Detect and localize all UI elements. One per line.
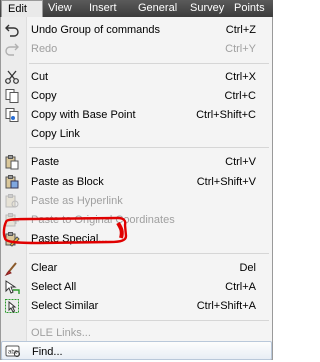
menu-item-shortcut: Ctrl+A	[225, 281, 256, 293]
menu-item-shortcut: Ctrl+Shift+V	[196, 176, 256, 188]
menu-item-ole-links[interactable]: OLE Links...	[1, 324, 272, 342]
menu-item-label: Copy Link	[31, 128, 80, 140]
copy-icon	[4, 88, 20, 104]
menu-item-label: Copy	[31, 90, 57, 102]
paste-special-icon	[4, 231, 20, 247]
menu-item-select-similar[interactable]: Select Similar Ctrl+Shift+A	[1, 297, 272, 315]
menu-item-shortcut: Del	[239, 262, 256, 274]
menu-item-label: OLE Links...	[31, 327, 91, 339]
menu-item-label: Clear	[31, 262, 58, 274]
menu-item-label: Paste as Hyperlink	[31, 195, 123, 207]
menu-item-label: Copy with Base Point	[31, 109, 136, 121]
menu-item-shortcut: Ctrl+V	[225, 156, 256, 168]
menu-item-copy[interactable]: Copy Ctrl+C	[1, 87, 272, 105]
menu-general[interactable]: General	[138, 0, 177, 17]
menu-item-find[interactable]: abc Find...	[1, 341, 272, 360]
menu-item-shortcut: Ctrl+Shift+C	[196, 109, 256, 121]
menu-item-label: Redo	[31, 43, 58, 55]
menu-separator	[29, 253, 269, 254]
menu-item-cut[interactable]: Cut Ctrl+X	[1, 68, 272, 86]
menu-item-label: Undo Group of commands	[31, 24, 161, 36]
paste-hyperlink-icon	[4, 193, 20, 209]
menu-item-select-all[interactable]: Select All Ctrl+A	[1, 278, 272, 296]
undo-icon	[4, 22, 20, 38]
menu-item-label: Select All	[31, 281, 77, 293]
menu-item-shortcut: Ctrl+Shift+A	[196, 300, 256, 312]
menu-item-undo[interactable]: Undo Group of commands Ctrl+Z	[1, 21, 272, 39]
menu-item-shortcut: Ctrl+Y	[225, 43, 256, 55]
menu-item-label: Cut	[31, 71, 49, 83]
svg-text:abc: abc	[8, 350, 18, 356]
menu-edit[interactable]: Edit	[1, 0, 43, 18]
menu-insert[interactable]: Insert	[89, 0, 117, 17]
menu-item-label: Find...	[32, 346, 63, 358]
menu-item-shortcut: Ctrl+Z	[225, 24, 256, 36]
paste-block-icon	[4, 174, 20, 190]
edit-dropdown-menu: Undo Group of commands Ctrl+Z Redo Ctrl+…	[0, 17, 273, 360]
menu-item-redo[interactable]: Redo Ctrl+Y	[1, 40, 272, 58]
menu-survey[interactable]: Survey	[190, 0, 224, 17]
menu-item-paste-special[interactable]: Paste Special...	[1, 230, 272, 248]
menu-view[interactable]: View	[48, 0, 72, 17]
menu-item-clear[interactable]: Clear Del	[1, 259, 272, 277]
eraser-icon	[4, 260, 20, 277]
menu-item-label: Select Similar	[31, 300, 99, 312]
menu-item-shortcut: Ctrl+C	[224, 90, 256, 102]
menu-item-copy-link[interactable]: Copy Link	[1, 125, 272, 143]
menu-item-label: Paste to Original Coordinates	[31, 214, 175, 226]
menu-item-shortcut: Ctrl+X	[225, 71, 256, 83]
paste-icon	[4, 154, 20, 170]
select-all-icon	[4, 279, 20, 295]
menu-item-paste-as-hyperlink[interactable]: Paste as Hyperlink	[1, 192, 272, 210]
menu-item-label: Paste as Block	[31, 176, 104, 188]
scissors-icon	[4, 69, 20, 85]
paste-coordinates-icon	[4, 212, 20, 228]
redo-icon	[4, 41, 20, 57]
menu-bar: Edit View Insert General Survey Points	[0, 0, 273, 18]
copy-base-point-icon	[4, 107, 20, 123]
menu-item-label: Paste Special...	[31, 233, 108, 245]
menu-item-paste[interactable]: Paste Ctrl+V	[1, 153, 272, 171]
menu-item-copy-with-base-point[interactable]: Copy with Base Point Ctrl+Shift+C	[1, 106, 272, 124]
menu-separator	[29, 320, 269, 321]
menu-separator	[29, 147, 269, 148]
menu-points[interactable]: Points	[234, 0, 265, 17]
menu-item-paste-as-block[interactable]: Paste as Block Ctrl+Shift+V	[1, 173, 272, 191]
select-similar-icon	[4, 298, 20, 314]
menu-item-label: Paste	[31, 156, 60, 168]
menu-item-paste-to-original-coordinates[interactable]: Paste to Original Coordinates	[1, 211, 272, 229]
find-icon: abc	[5, 343, 21, 359]
menu-separator	[29, 63, 269, 64]
